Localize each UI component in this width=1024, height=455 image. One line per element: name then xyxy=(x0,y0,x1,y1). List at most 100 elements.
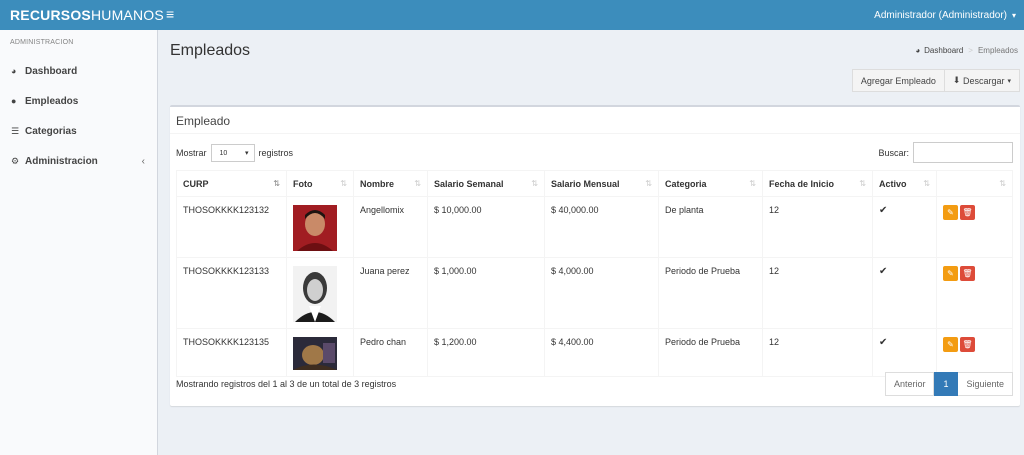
cell-nombre: Angellomix xyxy=(353,196,428,258)
breadcrumb-current: Empleados xyxy=(977,46,1018,55)
cell-actions: ✎ 🗑 xyxy=(936,196,1013,258)
hamburger-icon[interactable]: ≡ xyxy=(166,6,174,22)
caret-down-icon: ▾ xyxy=(245,150,249,157)
sort-icon: ⇅ xyxy=(859,179,866,188)
column-header-salario-mensual[interactable]: Salario Mensual ⇅ xyxy=(544,170,659,197)
pagination-next[interactable]: Siguiente xyxy=(958,372,1013,396)
download-button[interactable]: ⬇ Descargar ▾ xyxy=(944,69,1020,92)
delete-button[interactable]: 🗑 xyxy=(960,266,975,281)
table-info: Mostrando registros del 1 al 3 de un tot… xyxy=(176,379,397,389)
page-length-control: Mostrar 10 ▾ registros xyxy=(176,144,293,162)
column-header-nombre[interactable]: Nombre ⇅ xyxy=(353,170,428,197)
sort-icon: ⇅ xyxy=(749,179,756,188)
sidebar-item-label: Dashboard xyxy=(25,65,78,77)
page-length-select[interactable]: 10 ▾ xyxy=(210,144,255,162)
user-menu[interactable]: Administrador (Administrador) ▾ xyxy=(874,0,1016,30)
cell-photo xyxy=(286,196,354,258)
pagination-page-1[interactable]: 1 xyxy=(934,372,959,396)
length-prefix: Mostrar xyxy=(176,148,207,158)
column-label: Fecha de Inicio xyxy=(769,178,835,189)
sidebar-item-categorias[interactable]: ☰ Categorias xyxy=(0,116,157,146)
employee-photo xyxy=(293,337,337,370)
gear-icon: ⚙ xyxy=(11,155,20,166)
sidebar: ADMINISTRACION ◕ Dashboard ● Empleados ☰… xyxy=(0,30,158,455)
table-header-row: CURP ⇅ Foto ⇅ Nombre ⇅ Salario Semanal ⇅ Sal… xyxy=(176,170,1013,197)
cell-fecha-inicio: 12 xyxy=(762,328,873,377)
edit-button[interactable]: ✎ xyxy=(943,337,958,352)
sidebar-item-empleados[interactable]: ● Empleados xyxy=(0,86,157,116)
pagination-previous[interactable]: Anterior xyxy=(884,372,935,396)
cell-activo: ✔ xyxy=(872,196,937,258)
table-row: THOSOKKKK123132 Angellomix $ 10,000.00 $… xyxy=(176,196,1013,258)
cell-salario-mensual: $ 4,400.00 xyxy=(544,328,659,377)
brand-light: HUMANOS xyxy=(90,7,164,23)
cell-actions: ✎ 🗑 xyxy=(936,328,1013,377)
sidebar-item-label: Administracion xyxy=(25,155,98,167)
column-label: Nombre xyxy=(360,178,395,189)
search-input[interactable] xyxy=(913,142,1013,163)
top-navbar: RECURSOS HUMANOS ≡ Administrador (Adminis… xyxy=(0,0,1024,30)
check-icon: ✔ xyxy=(879,205,888,216)
sidebar-section-header: ADMINISTRACION xyxy=(10,39,74,46)
cell-activo: ✔ xyxy=(872,257,937,329)
page-actions: Agregar Empleado ⬇ Descargar ▾ xyxy=(851,69,1020,92)
column-label: Activo xyxy=(879,178,907,189)
edit-button[interactable]: ✎ xyxy=(943,266,958,281)
employee-box: Empleado Mostrar 10 ▾ registros Buscar: … xyxy=(170,105,1020,406)
cell-nombre: Pedro chan xyxy=(353,328,428,377)
column-header-curp[interactable]: CURP ⇅ xyxy=(176,170,287,197)
download-label: Descargar xyxy=(962,75,1005,86)
cell-salario-mensual: $ 4,000.00 xyxy=(544,257,659,329)
cell-nombre: Juana perez xyxy=(353,257,428,329)
column-header-salario-semanal[interactable]: Salario Semanal ⇅ xyxy=(427,170,545,197)
page-title: Empleados xyxy=(170,42,251,59)
sidebar-item-label: Categorias xyxy=(25,125,77,137)
column-header-actions[interactable]: ⇅ xyxy=(936,170,1013,197)
user-icon: ● xyxy=(11,96,17,106)
cell-fecha-inicio: 12 xyxy=(762,257,873,329)
cell-fecha-inicio: 12 xyxy=(762,196,873,258)
sidebar-item-dashboard[interactable]: ◕ Dashboard xyxy=(0,56,157,86)
edit-button[interactable]: ✎ xyxy=(943,205,958,220)
column-header-foto[interactable]: Foto ⇅ xyxy=(286,170,354,197)
cell-activo: ✔ xyxy=(872,328,937,377)
column-label: Categoria xyxy=(665,178,707,189)
cell-categoria: De planta xyxy=(658,196,763,258)
table-row: THOSOKKKK123135 Pedro chan $ 1,200.00 $ … xyxy=(176,328,1013,377)
breadcrumb-separator: > xyxy=(968,46,973,55)
cell-curp: THOSOKKKK123133 xyxy=(176,257,287,329)
employee-photo xyxy=(293,266,337,322)
download-icon: ⬇ xyxy=(952,75,961,85)
cell-photo xyxy=(286,328,354,377)
cell-categoria: Periodo de Prueba xyxy=(658,257,763,329)
delete-button[interactable]: 🗑 xyxy=(960,205,975,220)
dashboard-icon: ◕ xyxy=(11,66,17,76)
column-header-activo[interactable]: Activo ⇅ xyxy=(872,170,937,197)
sort-icon: ⇅ xyxy=(531,179,538,188)
add-employee-button[interactable]: Agregar Empleado xyxy=(851,69,945,92)
column-label: Salario Mensual xyxy=(551,178,620,189)
column-header-fecha-inicio[interactable]: Fecha de Inicio ⇅ xyxy=(762,170,873,197)
caret-down-icon: ▾ xyxy=(1007,77,1011,85)
sort-icon: ⇅ xyxy=(645,179,652,188)
cell-salario-semanal: $ 1,200.00 xyxy=(427,328,545,377)
table-row: THOSOKKKK123133 Juana perez $ 1,000.00 $… xyxy=(176,257,1013,329)
cell-salario-mensual: $ 40,000.00 xyxy=(544,196,659,258)
breadcrumb-dashboard[interactable]: Dashboard xyxy=(924,46,963,55)
pagination: Anterior 1 Siguiente xyxy=(884,372,1013,396)
sort-icon: ⇅ xyxy=(999,179,1006,188)
cell-curp: THOSOKKKK123135 xyxy=(176,328,287,377)
search-label: Buscar: xyxy=(878,147,909,158)
column-label: Foto xyxy=(293,178,313,189)
column-header-categoria[interactable]: Categoria ⇅ xyxy=(658,170,763,197)
sidebar-item-administracion[interactable]: ⚙ Administracion ‹ xyxy=(0,146,157,176)
delete-button[interactable]: 🗑 xyxy=(960,337,975,352)
check-icon: ✔ xyxy=(879,337,888,348)
breadcrumb: ◕ Dashboard > Empleados xyxy=(915,46,1018,55)
sort-icon: ⇅ xyxy=(923,179,930,188)
list-icon: ☰ xyxy=(11,125,20,136)
employee-photo xyxy=(293,205,337,251)
column-label: Salario Semanal xyxy=(434,178,504,189)
cell-categoria: Periodo de Prueba xyxy=(658,328,763,377)
brand-logo[interactable]: RECURSOS HUMANOS xyxy=(0,0,164,30)
